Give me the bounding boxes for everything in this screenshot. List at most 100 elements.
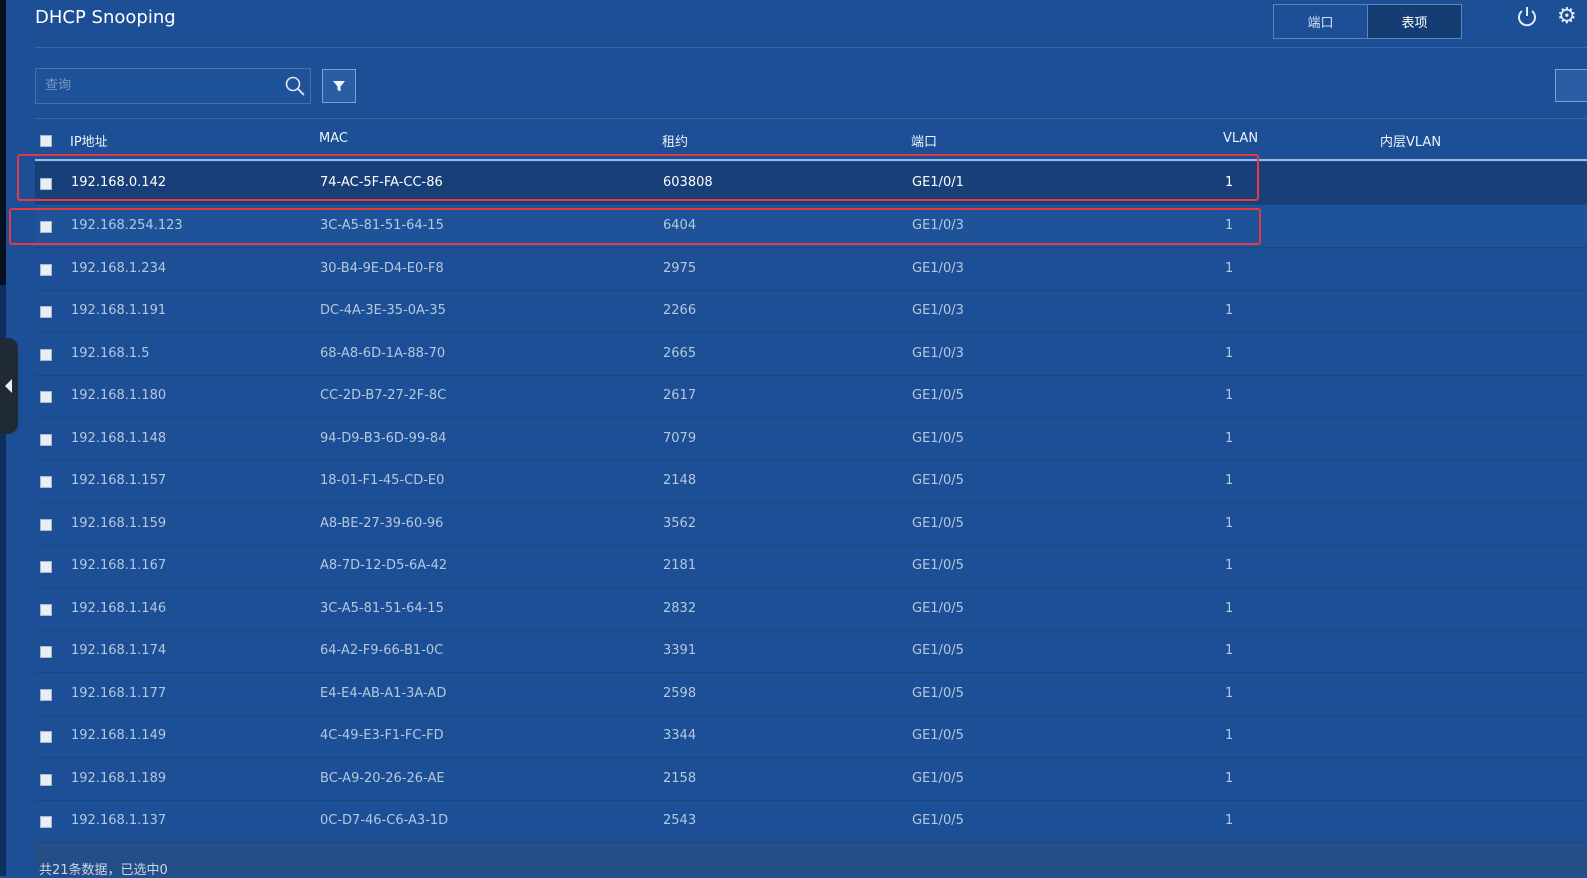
cell-vlan: 1 bbox=[1225, 771, 1234, 786]
cell-port: GE1/0/5 bbox=[912, 728, 964, 743]
cell-port: GE1/0/5 bbox=[912, 686, 964, 701]
cell-ip: 192.168.1.159 bbox=[71, 516, 167, 531]
tab-port[interactable]: 端口 bbox=[1274, 5, 1367, 38]
cell-vlan: 1 bbox=[1225, 261, 1234, 276]
cell-lease: 2665 bbox=[663, 346, 697, 361]
table-row[interactable]: 192.168.1.177 E4-E4-AB-A1-3A-AD 2598 GE1… bbox=[35, 673, 1587, 716]
cell-vlan: 1 bbox=[1225, 558, 1234, 573]
row-checkbox[interactable] bbox=[40, 774, 52, 786]
page-title: DHCP Snooping bbox=[35, 7, 176, 28]
cell-port: GE1/0/5 bbox=[912, 643, 964, 658]
table-row[interactable]: 192.168.1.167 A8-7D-12-D5-6A-42 2181 GE1… bbox=[35, 545, 1587, 588]
row-checkbox[interactable] bbox=[40, 561, 52, 573]
table-row[interactable]: 192.168.1.159 A8-BE-27-39-60-96 3562 GE1… bbox=[35, 503, 1587, 546]
collapse-arrow-icon bbox=[5, 379, 12, 393]
row-checkbox[interactable] bbox=[40, 264, 52, 276]
cell-vlan: 1 bbox=[1225, 601, 1234, 616]
cell-mac: 64-A2-F9-66-B1-0C bbox=[320, 643, 444, 658]
cell-mac: BC-A9-20-26-26-AE bbox=[320, 771, 445, 786]
row-checkbox[interactable] bbox=[40, 816, 52, 828]
row-checkbox[interactable] bbox=[40, 391, 52, 403]
cell-lease: 2543 bbox=[663, 813, 697, 828]
row-checkbox[interactable] bbox=[40, 731, 52, 743]
cell-lease: 2266 bbox=[663, 303, 697, 318]
cell-port: GE1/0/5 bbox=[912, 431, 964, 446]
cell-vlan: 1 bbox=[1225, 813, 1234, 828]
view-tabs: 端口 表项 bbox=[1273, 4, 1462, 39]
row-checkbox[interactable] bbox=[40, 519, 52, 531]
cell-mac: A8-BE-27-39-60-96 bbox=[320, 516, 444, 531]
cell-vlan: 1 bbox=[1225, 388, 1234, 403]
search-box bbox=[35, 68, 311, 104]
column-settings-button[interactable] bbox=[1555, 69, 1587, 102]
column-header-lease[interactable]: 租约 bbox=[662, 131, 688, 150]
table-row[interactable]: 192.168.1.5 68-A8-6D-1A-88-70 2665 GE1/0… bbox=[35, 333, 1587, 376]
cell-vlan: 1 bbox=[1225, 643, 1234, 658]
tab-entries[interactable]: 表项 bbox=[1367, 5, 1461, 38]
gear-icon[interactable]: ⚙ bbox=[1557, 4, 1577, 30]
cell-vlan: 1 bbox=[1225, 728, 1234, 743]
cell-ip: 192.168.1.191 bbox=[71, 303, 167, 318]
column-header-ip[interactable]: IP地址 bbox=[70, 131, 108, 150]
column-header-vlan[interactable]: VLAN bbox=[1223, 131, 1258, 146]
cell-port: GE1/0/5 bbox=[912, 813, 964, 828]
table-row[interactable]: 192.168.1.191 DC-4A-3E-35-0A-35 2266 GE1… bbox=[35, 290, 1587, 333]
cell-ip: 192.168.1.234 bbox=[71, 261, 167, 276]
cell-ip: 192.168.1.5 bbox=[71, 346, 150, 361]
cell-lease: 2181 bbox=[663, 558, 697, 573]
cell-lease: 2148 bbox=[663, 473, 697, 488]
cell-ip: 192.168.1.137 bbox=[71, 813, 167, 828]
column-header-inner-vlan[interactable]: 内层VLAN bbox=[1380, 131, 1441, 150]
power-icon[interactable] bbox=[1514, 4, 1540, 30]
cell-port: GE1/0/5 bbox=[912, 516, 964, 531]
cell-port: GE1/0/5 bbox=[912, 388, 964, 403]
table-row[interactable]: 192.168.1.234 30-B4-9E-D4-E0-F8 2975 GE1… bbox=[35, 248, 1587, 291]
cell-ip: 192.168.1.157 bbox=[71, 473, 167, 488]
table-row[interactable]: 192.168.1.180 CC-2D-B7-27-2F-8C 2617 GE1… bbox=[35, 375, 1587, 418]
cell-port: GE1/0/5 bbox=[912, 601, 964, 616]
column-header-mac[interactable]: MAC bbox=[319, 131, 348, 146]
cell-mac: 3C-A5-81-51-64-15 bbox=[320, 601, 444, 616]
filter-button[interactable] bbox=[322, 69, 356, 103]
cell-ip: 192.168.1.180 bbox=[71, 388, 167, 403]
row-checkbox[interactable] bbox=[40, 434, 52, 446]
cell-vlan: 1 bbox=[1225, 473, 1234, 488]
table-row[interactable]: 192.168.1.148 94-D9-B3-6D-99-84 7079 GE1… bbox=[35, 418, 1587, 461]
select-all-checkbox[interactable] bbox=[40, 135, 52, 147]
cell-lease: 7079 bbox=[663, 431, 697, 446]
cell-mac: 0C-D7-46-C6-A3-1D bbox=[320, 813, 449, 828]
cell-lease: 2617 bbox=[663, 388, 697, 403]
row-checkbox[interactable] bbox=[40, 476, 52, 488]
row-checkbox[interactable] bbox=[40, 349, 52, 361]
table-row[interactable]: 192.168.1.189 BC-A9-20-26-26-AE 2158 GE1… bbox=[35, 758, 1587, 801]
cell-mac: 68-A8-6D-1A-88-70 bbox=[320, 346, 446, 361]
highlight-box bbox=[9, 208, 1261, 245]
table-row[interactable]: 192.168.1.137 0C-D7-46-C6-A3-1D 2543 GE1… bbox=[35, 800, 1587, 843]
cell-lease: 3391 bbox=[663, 643, 697, 658]
toolbar-divider bbox=[35, 118, 1587, 119]
cell-port: GE1/0/3 bbox=[912, 346, 964, 361]
header-divider bbox=[35, 47, 1587, 48]
table-row[interactable]: 192.168.1.157 18-01-F1-45-CD-E0 2148 GE1… bbox=[35, 460, 1587, 503]
cell-port: GE1/0/5 bbox=[912, 771, 964, 786]
search-input[interactable] bbox=[36, 69, 275, 101]
cell-mac: 4C-49-E3-F1-FC-FD bbox=[320, 728, 444, 743]
sidebar-collapse-handle[interactable] bbox=[0, 338, 18, 434]
table-row[interactable]: 192.168.1.174 64-A2-F9-66-B1-0C 3391 GE1… bbox=[35, 630, 1587, 673]
row-checkbox[interactable] bbox=[40, 689, 52, 701]
row-checkbox[interactable] bbox=[40, 646, 52, 658]
table-row[interactable]: 192.168.1.149 4C-49-E3-F1-FC-FD 3344 GE1… bbox=[35, 715, 1587, 758]
table-row[interactable]: 192.168.1.146 3C-A5-81-51-64-15 2832 GE1… bbox=[35, 588, 1587, 631]
row-checkbox[interactable] bbox=[40, 306, 52, 318]
cell-ip: 192.168.1.148 bbox=[71, 431, 167, 446]
cell-ip: 192.168.1.189 bbox=[71, 771, 167, 786]
row-checkbox[interactable] bbox=[40, 604, 52, 616]
column-header-port[interactable]: 端口 bbox=[911, 131, 937, 150]
cell-port: GE1/0/5 bbox=[912, 558, 964, 573]
search-icon[interactable] bbox=[284, 75, 306, 101]
cell-port: GE1/0/5 bbox=[912, 473, 964, 488]
left-edge-strip bbox=[0, 0, 6, 876]
cell-lease: 3344 bbox=[663, 728, 697, 743]
highlight-box bbox=[17, 154, 1259, 201]
cell-ip: 192.168.1.146 bbox=[71, 601, 167, 616]
